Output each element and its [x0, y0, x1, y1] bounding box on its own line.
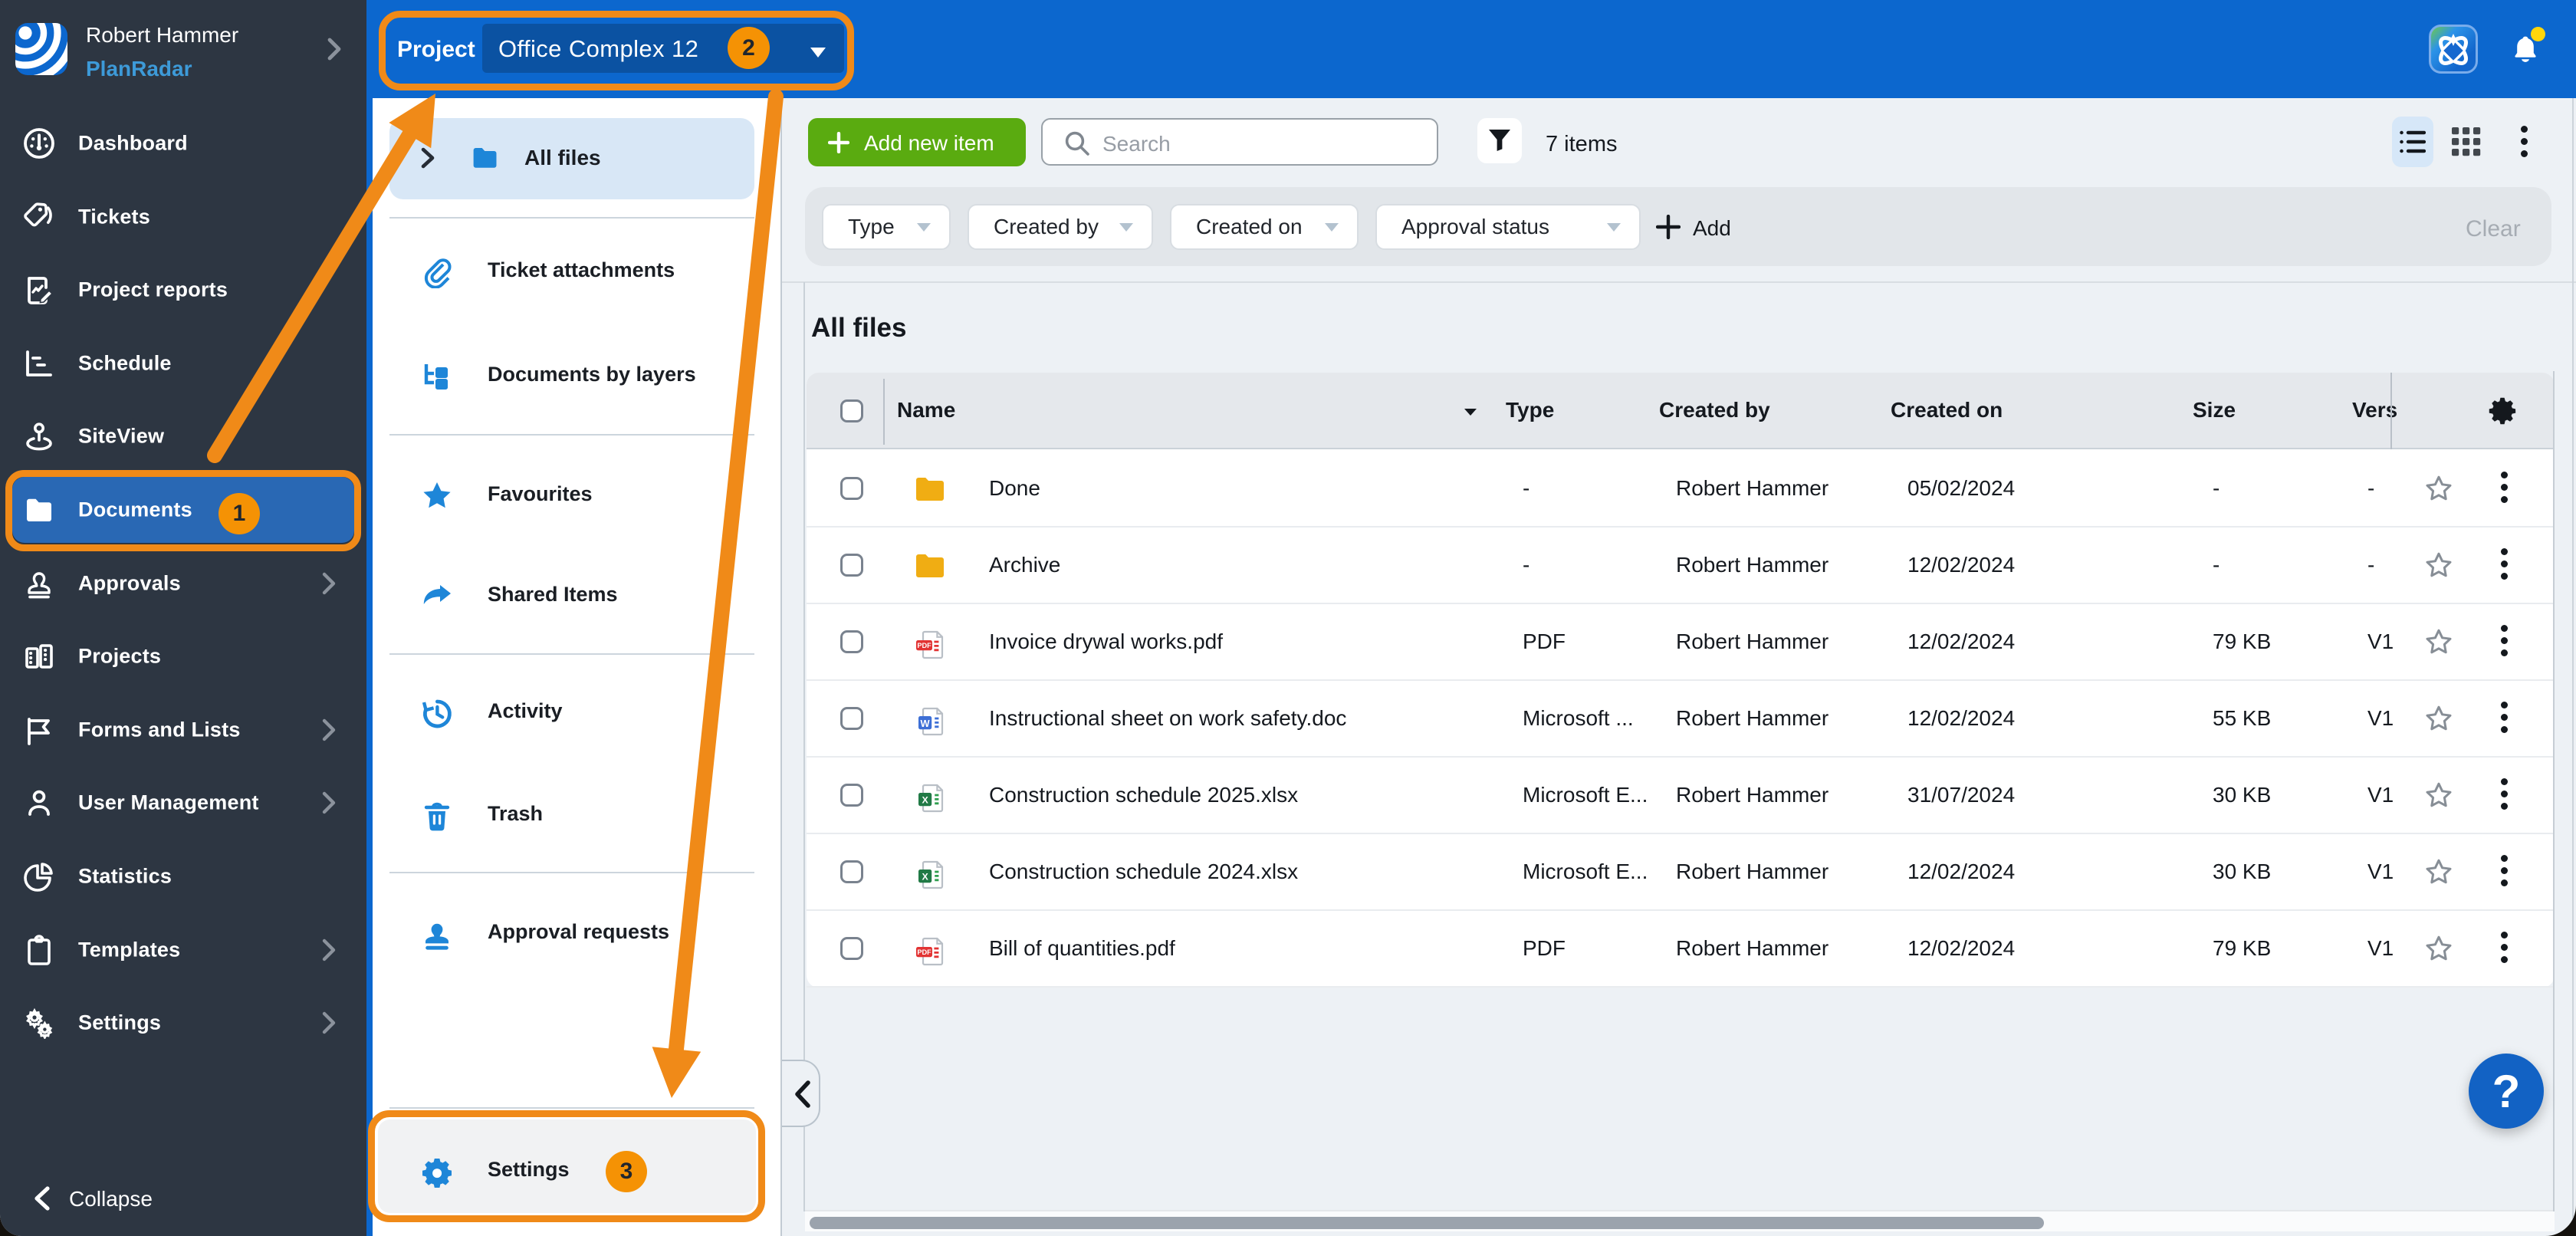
- svg-text:X: X: [922, 872, 928, 883]
- svg-text:PDF: PDF: [917, 642, 932, 649]
- svg-text:PDF: PDF: [917, 948, 932, 956]
- svg-text:X: X: [922, 795, 928, 806]
- svg-text:W: W: [921, 718, 931, 729]
